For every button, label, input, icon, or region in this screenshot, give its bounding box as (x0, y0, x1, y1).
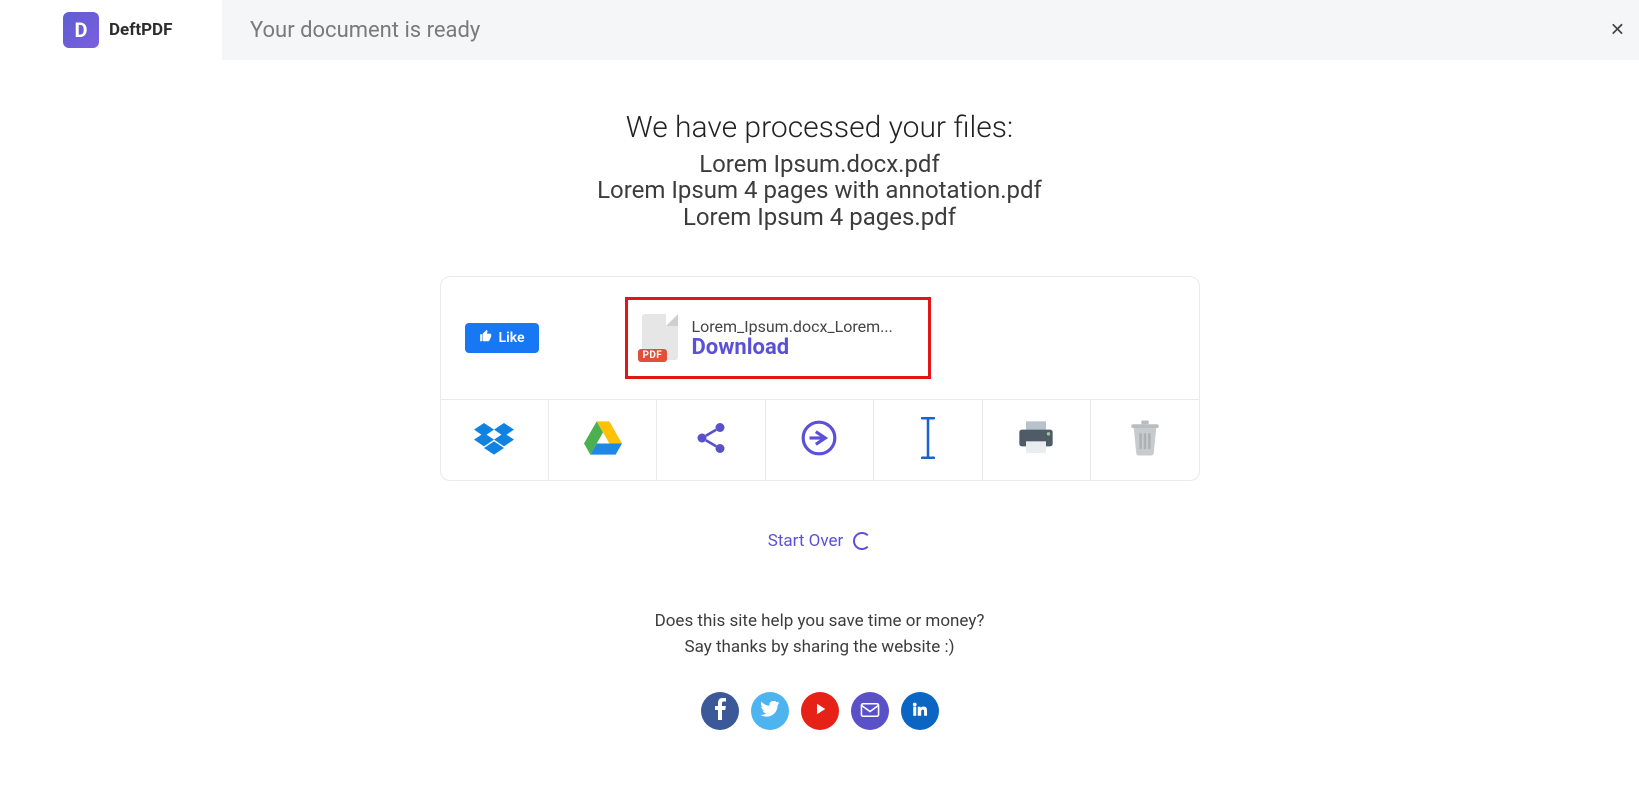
text-cursor-icon (920, 417, 936, 463)
printer-icon (1016, 420, 1056, 460)
brand-logo-icon: D (63, 12, 99, 48)
result-card-top: Like PDF Lorem_Ipsum.docx_Lorem... Downl… (441, 277, 1199, 399)
download-label: Download (692, 336, 893, 360)
top-bar: D DeftPDF Your document is ready ✕ (0, 0, 1639, 60)
start-over-label: Start Over (768, 531, 843, 551)
brand[interactable]: D DeftPDF (0, 0, 222, 60)
pdf-badge: PDF (638, 349, 668, 362)
action-dropbox[interactable] (441, 400, 549, 480)
help-line-2: Say thanks by sharing the website :) (440, 635, 1200, 661)
action-share[interactable] (657, 400, 765, 480)
arrow-right-circle-icon (800, 419, 838, 461)
social-row (440, 692, 1200, 730)
brand-name: DeftPDF (109, 20, 172, 40)
linkedin-icon (911, 700, 929, 722)
social-twitter[interactable] (751, 692, 789, 730)
twitter-icon (760, 701, 780, 721)
actions-row (441, 399, 1199, 480)
action-continue[interactable] (766, 400, 874, 480)
processed-heading: We have processed your files: (440, 110, 1200, 145)
close-button[interactable]: ✕ (1610, 20, 1625, 41)
main-content: We have processed your files: Lorem Ipsu… (440, 110, 1200, 730)
file-pdf-icon: PDF (642, 314, 680, 362)
google-drive-icon (584, 421, 622, 459)
action-print[interactable] (983, 400, 1091, 480)
action-google-drive[interactable] (549, 400, 657, 480)
processed-file: Lorem Ipsum 4 pages with annotation.pdf (440, 177, 1200, 203)
dropbox-icon (474, 420, 514, 460)
help-line-1: Does this site help you save time or mon… (440, 609, 1200, 635)
share-icon (693, 420, 729, 460)
reload-icon (853, 532, 871, 550)
facebook-icon (714, 698, 726, 724)
like-label: Like (499, 330, 525, 346)
social-linkedin[interactable] (901, 692, 939, 730)
download-button[interactable]: PDF Lorem_Ipsum.docx_Lorem... Download (625, 297, 931, 379)
social-email[interactable] (851, 692, 889, 730)
youtube-icon (811, 700, 829, 722)
action-delete[interactable] (1091, 400, 1198, 480)
action-rename[interactable] (874, 400, 982, 480)
thumbs-up-icon (479, 329, 493, 347)
processed-file: Lorem Ipsum 4 pages.pdf (440, 204, 1200, 230)
result-card: Like PDF Lorem_Ipsum.docx_Lorem... Downl… (440, 276, 1200, 481)
like-button[interactable]: Like (465, 323, 539, 353)
start-over-link[interactable]: Start Over (768, 531, 871, 551)
processed-file: Lorem Ipsum.docx.pdf (440, 151, 1200, 177)
social-youtube[interactable] (801, 692, 839, 730)
social-facebook[interactable] (701, 692, 739, 730)
download-filename: Lorem_Ipsum.docx_Lorem... (692, 317, 893, 336)
page-subtitle: Your document is ready (222, 18, 480, 43)
trash-icon (1130, 420, 1160, 460)
help-text: Does this site help you save time or mon… (440, 609, 1200, 660)
email-icon (860, 702, 880, 721)
